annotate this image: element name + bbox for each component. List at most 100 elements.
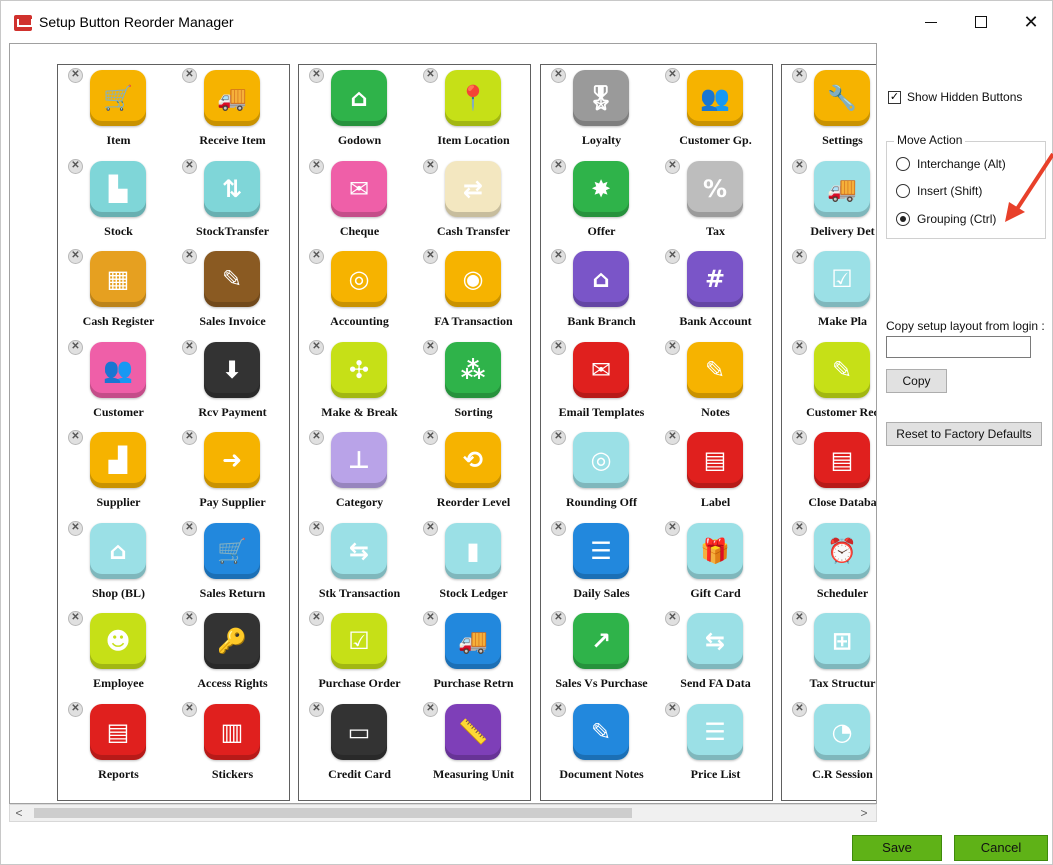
hide-button-icon[interactable]: ✕: [423, 249, 438, 264]
setup-button[interactable]: ✕ ☑ Purchase Order: [303, 609, 416, 699]
setup-button[interactable]: ✕ ➜ Pay Supplier: [176, 428, 289, 518]
hide-button-icon[interactable]: ✕: [423, 430, 438, 445]
hide-button-icon[interactable]: ✕: [665, 158, 680, 174]
hide-button-icon[interactable]: ✕: [665, 611, 680, 626]
reset-defaults-button[interactable]: Reset to Factory Defaults: [886, 422, 1042, 446]
setup-button[interactable]: ✕ ⟲ Reorder Level: [417, 428, 530, 518]
hide-button-icon[interactable]: ✕: [68, 611, 83, 626]
setup-button[interactable]: ✕% Tax: [659, 157, 772, 247]
hide-button-icon[interactable]: ✕: [68, 68, 83, 83]
hide-button-icon[interactable]: ✕: [309, 339, 324, 355]
setup-button[interactable]: ✕ ⌂ Godown: [303, 66, 416, 156]
scroll-left-icon[interactable]: <: [10, 805, 28, 821]
hide-button-icon[interactable]: ✕: [551, 158, 566, 174]
hide-button-icon[interactable]: ✕: [551, 339, 566, 355]
hide-button-icon[interactable]: ✕: [551, 701, 566, 717]
hide-button-icon[interactable]: ✕: [551, 611, 566, 626]
setup-button[interactable]: ✕ ▤ Close Databa: [786, 428, 876, 518]
setup-button[interactable]: ✕ 📏 Measuring Unit: [417, 700, 530, 790]
setup-button[interactable]: ✕ ⏰ Scheduler: [786, 519, 876, 609]
hide-button-icon[interactable]: ✕: [423, 68, 438, 83]
radio-interchange-label[interactable]: Interchange (Alt): [917, 157, 1006, 171]
setup-button[interactable]: ✕ ✸ Offer: [545, 157, 658, 247]
setup-button[interactable]: ✕ ✎ Document Notes: [545, 700, 658, 790]
hide-button-icon[interactable]: ✕: [792, 158, 807, 174]
maximize-button[interactable]: [956, 1, 1006, 43]
setup-button[interactable]: ✕ ▭ Credit Card: [303, 700, 416, 790]
show-hidden-checkbox[interactable]: ✓: [888, 91, 901, 104]
setup-button[interactable]: ✕ ☰ Price List: [659, 700, 772, 790]
hide-button-icon[interactable]: ✕: [68, 701, 83, 717]
radio-grouping[interactable]: [896, 212, 910, 226]
hide-button-icon[interactable]: ✕: [551, 520, 566, 536]
hide-button-icon[interactable]: ✕: [423, 611, 438, 626]
setup-button[interactable]: ✕ ⇅ StockTransfer: [176, 157, 289, 247]
hide-button-icon[interactable]: ✕: [423, 158, 438, 174]
hide-button-icon[interactable]: ✕: [309, 430, 324, 445]
radio-insert-label[interactable]: Insert (Shift): [917, 184, 982, 198]
hide-button-icon[interactable]: ✕: [182, 249, 197, 264]
setup-button[interactable]: ✕ ▥ Stickers: [176, 700, 289, 790]
horizontal-scrollbar[interactable]: < >: [9, 804, 877, 822]
setup-button[interactable]: ✕ 🎁 Gift Card: [659, 519, 772, 609]
setup-button[interactable]: ✕ ☻ Employee: [62, 609, 175, 699]
setup-button[interactable]: ✕ ▤ Reports: [62, 700, 175, 790]
hide-button-icon[interactable]: ✕: [792, 430, 807, 445]
setup-button[interactable]: ✕ ✉ Cheque: [303, 157, 416, 247]
hide-button-icon[interactable]: ✕: [665, 339, 680, 355]
cancel-button[interactable]: Cancel: [954, 835, 1048, 861]
hide-button-icon[interactable]: ✕: [665, 430, 680, 445]
hide-button-icon[interactable]: ✕: [423, 701, 438, 717]
setup-button[interactable]: ✕ ⬇ Rcv Payment: [176, 338, 289, 428]
hide-button-icon[interactable]: ✕: [309, 611, 324, 626]
hide-button-icon[interactable]: ✕: [182, 68, 197, 83]
hide-button-icon[interactable]: ✕: [68, 520, 83, 536]
hide-button-icon[interactable]: ✕: [792, 68, 807, 83]
hide-button-icon[interactable]: ✕: [182, 430, 197, 445]
setup-button[interactable]: ✕ ✉ Email Templates: [545, 338, 658, 428]
hide-button-icon[interactable]: ✕: [792, 611, 807, 626]
hide-button-icon[interactable]: ✕: [182, 158, 197, 174]
setup-button[interactable]: ✕ 🔧 Settings: [786, 66, 876, 156]
hide-button-icon[interactable]: ✕: [792, 339, 807, 355]
setup-button[interactable]: ✕ ⌂ Bank Branch: [545, 247, 658, 337]
hide-button-icon[interactable]: ✕: [68, 430, 83, 445]
save-button[interactable]: Save: [852, 835, 942, 861]
hide-button-icon[interactable]: ✕: [665, 520, 680, 536]
hide-button-icon[interactable]: ✕: [309, 701, 324, 717]
copy-button[interactable]: Copy: [886, 369, 947, 393]
setup-button[interactable]: ✕ 🛒 Sales Return: [176, 519, 289, 609]
hide-button-icon[interactable]: ✕: [309, 249, 324, 264]
setup-button[interactable]: ✕ 🔑 Access Rights: [176, 609, 289, 699]
setup-button[interactable]: ✕ ☑ Make Pla: [786, 247, 876, 337]
radio-interchange[interactable]: [896, 157, 910, 171]
hide-button-icon[interactable]: ✕: [792, 520, 807, 536]
setup-button[interactable]: ✕ ◔ C.R Session: [786, 700, 876, 790]
scrollbar-thumb[interactable]: [34, 808, 632, 818]
hide-button-icon[interactable]: ✕: [309, 68, 324, 83]
setup-button[interactable]: ✕ 🚚 Receive Item: [176, 66, 289, 156]
hide-button-icon[interactable]: ✕: [182, 339, 197, 355]
setup-button[interactable]: ✕ ✎ Sales Invoice: [176, 247, 289, 337]
setup-button[interactable]: ✕ 📍 Item Location: [417, 66, 530, 156]
setup-button[interactable]: ✕ 🚚 Delivery Det: [786, 157, 876, 247]
hide-button-icon[interactable]: ✕: [182, 520, 197, 536]
setup-button[interactable]: ✕ ◎ Rounding Off: [545, 428, 658, 518]
setup-button[interactable]: ✕ ⇆ Stk Transaction: [303, 519, 416, 609]
hide-button-icon[interactable]: ✕: [68, 249, 83, 264]
setup-button[interactable]: ✕ ⇆ Send FA Data: [659, 609, 772, 699]
setup-button[interactable]: ✕ ⊥ Category: [303, 428, 416, 518]
hide-button-icon[interactable]: ✕: [309, 520, 324, 536]
setup-button[interactable]: ✕ ✎ Customer Rec: [786, 338, 876, 428]
hide-button-icon[interactable]: ✕: [551, 68, 566, 83]
hide-button-icon[interactable]: ✕: [182, 701, 197, 717]
hide-button-icon[interactable]: ✕: [182, 611, 197, 626]
hide-button-icon[interactable]: ✕: [423, 520, 438, 536]
hide-button-icon[interactable]: ✕: [68, 158, 83, 174]
setup-button[interactable]: ✕ ✎ Notes: [659, 338, 772, 428]
setup-button[interactable]: ✕ ↗ Sales Vs Purchase: [545, 609, 658, 699]
radio-insert[interactable]: [896, 184, 910, 198]
setup-button[interactable]: ✕ ✣ Make & Break: [303, 338, 416, 428]
hide-button-icon[interactable]: ✕: [551, 249, 566, 264]
setup-button[interactable]: ✕ 🚚 Purchase Retrn: [417, 609, 530, 699]
